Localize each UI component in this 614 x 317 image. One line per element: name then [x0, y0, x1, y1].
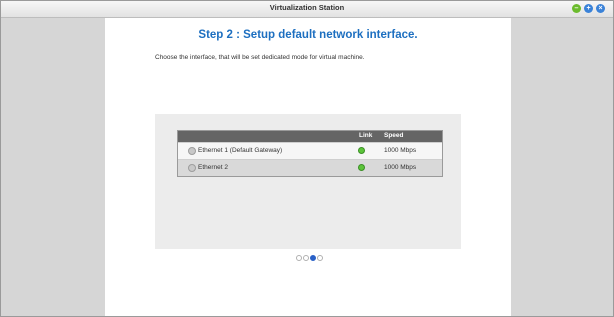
step-pagination — [296, 255, 326, 261]
link-column-header: Link — [359, 132, 373, 139]
interface-name: Ethernet 2 — [198, 164, 228, 171]
radio-button[interactable] — [188, 147, 196, 155]
app-window: Virtualization Station – + × ◀ ▶ Step 2 … — [0, 0, 614, 317]
window-title: Virtualization Station — [269, 3, 345, 12]
close-button[interactable]: × — [596, 4, 605, 13]
page-dot-active[interactable] — [310, 255, 316, 261]
interface-speed: 1000 Mbps — [384, 164, 417, 171]
step-description: Choose the interface, that will be set d… — [155, 54, 365, 61]
interface-name: Ethernet 1 (Default Gateway) — [198, 147, 283, 154]
table-row[interactable]: Ethernet 1 (Default Gateway) 1000 Mbps — [178, 142, 442, 159]
maximize-button[interactable]: + — [584, 4, 593, 13]
link-status-icon — [358, 164, 365, 171]
page-dot[interactable] — [317, 255, 323, 261]
link-status-icon — [358, 147, 365, 154]
radio-button[interactable] — [188, 164, 196, 172]
page-dot[interactable] — [303, 255, 309, 261]
step-heading: Step 2 : Setup default network interface… — [198, 29, 418, 41]
page-dot[interactable] — [296, 255, 302, 261]
minimize-button[interactable]: – — [572, 4, 581, 13]
table-row[interactable]: Ethernet 2 1000 Mbps — [178, 159, 442, 176]
interface-panel: Link Speed Ethernet 1 (Default Gateway) … — [155, 114, 461, 249]
speed-column-header: Speed — [384, 132, 404, 139]
wizard-content: Step 2 : Setup default network interface… — [105, 18, 511, 316]
title-bar: Virtualization Station – + × — [1, 1, 613, 18]
table-header: Link Speed — [178, 131, 442, 142]
interface-speed: 1000 Mbps — [384, 147, 417, 154]
interface-table: Link Speed Ethernet 1 (Default Gateway) … — [177, 130, 443, 177]
